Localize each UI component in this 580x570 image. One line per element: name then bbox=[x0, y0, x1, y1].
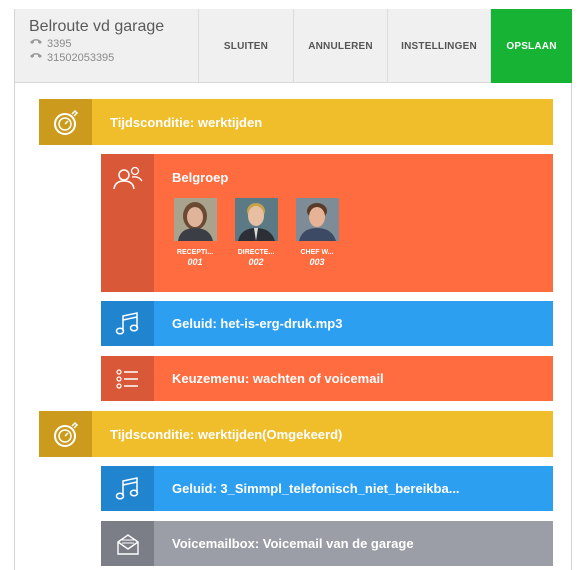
stopwatch-icon bbox=[39, 411, 92, 457]
sound-label: Geluid: 3_Simmpl_telefonisch_niet_bereik… bbox=[172, 481, 460, 496]
sound-label: Geluid: het-is-erg-druk.mp3 bbox=[172, 316, 343, 331]
save-button[interactable]: OPSLAAN bbox=[491, 9, 572, 83]
route-extension: 3395 bbox=[29, 37, 198, 51]
sound-block[interactable]: Geluid: het-is-erg-druk.mp3 bbox=[101, 301, 553, 346]
avatar bbox=[234, 198, 278, 241]
member-card[interactable]: RECEPTI... 001 bbox=[172, 198, 218, 267]
avatar bbox=[295, 198, 339, 241]
member-number: 003 bbox=[309, 257, 325, 267]
member-number: 002 bbox=[248, 257, 264, 267]
ivr-menu-label: Keuzemenu: wachten of voicemail bbox=[172, 371, 384, 386]
menu-list-icon bbox=[101, 356, 154, 401]
member-number: 001 bbox=[187, 257, 203, 267]
phone-icon bbox=[29, 37, 43, 51]
music-note-icon bbox=[101, 301, 154, 346]
member-name: RECEPTI... bbox=[176, 249, 214, 256]
ivr-menu-block[interactable]: Keuzemenu: wachten of voicemail bbox=[101, 356, 553, 401]
extension-number: 3395 bbox=[47, 38, 72, 50]
route-phone: 31502053395 bbox=[29, 51, 198, 65]
close-button[interactable]: SLUITEN bbox=[199, 9, 294, 83]
users-icon bbox=[101, 154, 154, 292]
phone-number: 31502053395 bbox=[47, 52, 115, 64]
voicemail-envelope-icon bbox=[101, 521, 154, 566]
sound-block[interactable]: Geluid: 3_Simmpl_telefonisch_niet_bereik… bbox=[101, 466, 553, 511]
ring-group-title: Belgroep bbox=[172, 170, 229, 185]
member-name: DIRECTE... bbox=[237, 249, 275, 256]
member-card[interactable]: DIRECTE... 002 bbox=[233, 198, 279, 267]
time-condition-label: Tijdsconditie: werktijden(Omgekeerd) bbox=[110, 426, 343, 442]
route-info: Belroute vd garage 3395 31502053395 bbox=[15, 9, 199, 82]
time-condition-block[interactable]: Tijdsconditie: werktijden bbox=[39, 99, 553, 145]
header-bar: Belroute vd garage 3395 31502053395 SLUI… bbox=[15, 9, 572, 83]
music-note-icon bbox=[101, 466, 154, 511]
time-condition-label: Tijdsconditie: werktijden bbox=[110, 114, 263, 130]
stopwatch-icon bbox=[39, 99, 92, 145]
phone-icon bbox=[29, 51, 43, 65]
route-title: Belroute vd garage bbox=[29, 18, 165, 35]
route-editor: Belroute vd garage 3395 31502053395 SLUI… bbox=[14, 9, 572, 570]
avatar bbox=[173, 198, 217, 241]
voicemail-block[interactable]: Voicemailbox: Voicemail van de garage bbox=[101, 521, 553, 566]
ring-group-block[interactable]: Belgroep RECEPTI... 001 DIRECTE... 002 C… bbox=[101, 154, 553, 292]
voicemail-label: Voicemailbox: Voicemail van de garage bbox=[172, 536, 414, 551]
member-name: CHEF W... bbox=[300, 249, 334, 256]
ring-group-members: RECEPTI... 001 DIRECTE... 002 CHEF W... … bbox=[172, 198, 553, 267]
cancel-button[interactable]: ANNULEREN bbox=[294, 9, 388, 83]
member-card[interactable]: CHEF W... 003 bbox=[294, 198, 340, 267]
time-condition-block[interactable]: Tijdsconditie: werktijden(Omgekeerd) bbox=[39, 411, 553, 457]
settings-button[interactable]: INSTELLINGEN bbox=[388, 9, 491, 83]
